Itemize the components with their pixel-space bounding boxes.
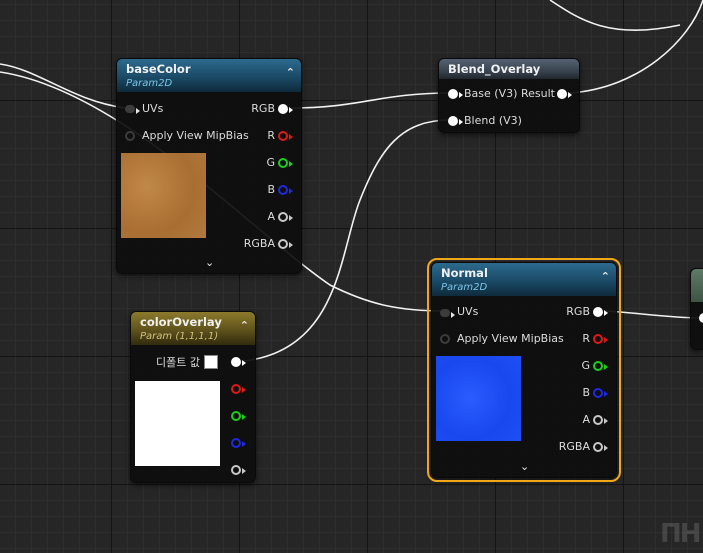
watermark-logo: ΠH <box>660 519 702 549</box>
color-output-pin[interactable] <box>231 357 246 367</box>
node-title: colorOverlay <box>140 315 222 329</box>
chevron-up-icon[interactable]: ⌃ <box>286 66 295 79</box>
g-output-pin[interactable] <box>231 411 246 421</box>
wire-result-offscreen <box>569 0 703 94</box>
texture-preview-normal <box>436 356 521 441</box>
uvs-input-label: UVs <box>457 305 479 318</box>
node-subtitle: Param2D <box>126 78 173 89</box>
normal-header[interactable]: Normal Param2D ⌃ <box>432 263 616 296</box>
blend-overlay-node[interactable]: Blend_Overlay Base (V3) Blend (V3) Resul… <box>438 58 580 133</box>
r-output-pin[interactable] <box>231 384 246 394</box>
b-output-pin[interactable] <box>231 438 246 448</box>
node-subtitle: Param2D <box>441 282 488 293</box>
uvs-input-label: UVs <box>142 102 164 115</box>
node-subtitle: Param (1,1,1,1) <box>140 331 219 342</box>
rgba-output-pin[interactable] <box>278 239 293 249</box>
node-title: Normal <box>441 266 488 280</box>
default-value-color-swatch[interactable] <box>204 355 218 369</box>
rgb-output-pin[interactable] <box>593 307 608 317</box>
uvs-input-pin[interactable] <box>440 309 455 318</box>
b-output-pin[interactable] <box>278 185 293 195</box>
uvs-input-pin[interactable] <box>125 105 140 114</box>
offscreen-node-header[interactable] <box>691 269 703 302</box>
r-output-label: R <box>267 129 275 142</box>
b-output-label: B <box>582 386 590 399</box>
g-output-pin[interactable] <box>593 361 608 371</box>
a-output-pin[interactable] <box>593 415 608 425</box>
node-title: baseColor <box>126 62 191 76</box>
blend-input-label: Blend (V3) <box>464 114 522 127</box>
color-preview-overlay <box>135 381 220 466</box>
mipbias-input-label: Apply View MipBias <box>457 332 564 345</box>
normal-node[interactable]: Normal Param2D ⌃ UVs Apply View MipBias … <box>427 258 621 482</box>
basecolor-node[interactable]: baseColor Param2D ⌃ UVs Apply View MipBi… <box>116 58 302 274</box>
chevron-down-icon[interactable]: ⌄ <box>520 460 529 473</box>
wire-top-offscreen <box>549 0 681 32</box>
r-output-pin[interactable] <box>278 131 293 141</box>
g-output-label: G <box>266 156 275 169</box>
wire-normal-rgb-offscreen <box>605 310 703 319</box>
offscreen-input-pin[interactable] <box>699 313 703 323</box>
rgb-output-label: RGB <box>566 305 590 318</box>
basecolor-header[interactable]: baseColor Param2D ⌃ <box>117 59 301 92</box>
color-overlay-node[interactable]: colorOverlay Param (1,1,1,1) ⌃ 디폴트 값 <box>130 311 256 483</box>
g-output-label: G <box>581 359 590 372</box>
a-output-pin[interactable] <box>231 465 246 475</box>
chevron-down-icon[interactable]: ⌄ <box>205 256 214 269</box>
b-output-label: B <box>267 183 275 196</box>
mipbias-input-label: Apply View MipBias <box>142 129 249 142</box>
chevron-up-icon[interactable]: ⌃ <box>240 319 249 332</box>
blend-input-pin[interactable] <box>448 116 463 126</box>
a-output-label: A <box>582 413 590 426</box>
color-overlay-header[interactable]: colorOverlay Param (1,1,1,1) ⌃ <box>131 312 255 345</box>
g-output-pin[interactable] <box>278 158 293 168</box>
texture-preview-basecolor <box>121 153 206 238</box>
rgb-output-label: RGB <box>251 102 275 115</box>
default-value-label: 디폴트 값 <box>156 356 200 369</box>
base-input-pin[interactable] <box>448 89 463 99</box>
rgba-output-label: RGBA <box>558 440 590 453</box>
node-title: Blend_Overlay <box>448 62 541 76</box>
wire-rgb-to-base <box>291 92 451 109</box>
result-output-pin[interactable] <box>557 89 572 99</box>
rgba-output-label: RGBA <box>243 237 275 250</box>
base-input-label: Base (V3) <box>464 87 518 100</box>
offscreen-node-partial[interactable] <box>690 268 703 350</box>
result-output-label: Result <box>521 87 555 100</box>
rgba-output-pin[interactable] <box>593 442 608 452</box>
rgb-output-pin[interactable] <box>278 104 293 114</box>
r-output-label: R <box>582 332 590 345</box>
mipbias-input-pin[interactable] <box>125 131 135 141</box>
wire-offscreen-to-uvs <box>0 63 126 109</box>
blend-overlay-header[interactable]: Blend_Overlay <box>439 59 579 79</box>
a-output-pin[interactable] <box>278 212 293 222</box>
mipbias-input-pin[interactable] <box>440 334 450 344</box>
a-output-label: A <box>267 210 275 223</box>
chevron-up-icon[interactable]: ⌃ <box>601 270 610 283</box>
b-output-pin[interactable] <box>593 388 608 398</box>
r-output-pin[interactable] <box>593 334 608 344</box>
